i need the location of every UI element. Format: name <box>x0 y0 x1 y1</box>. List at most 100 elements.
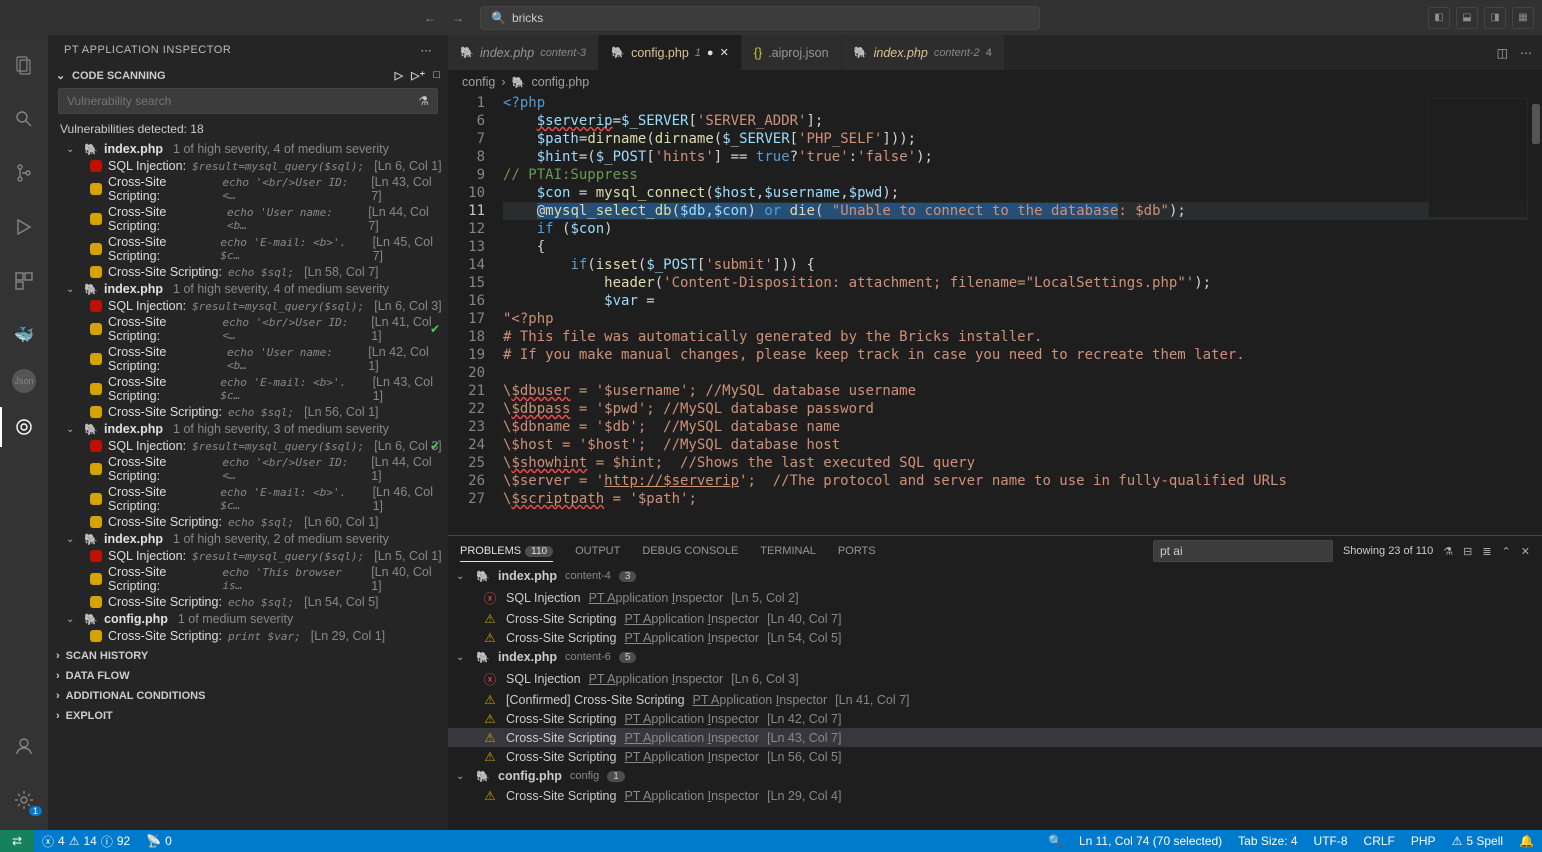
vuln-row[interactable]: Cross-Site Scripting: echo $sql; [Ln 58,… <box>48 264 448 280</box>
vuln-row[interactable]: Cross-Site Scripting: echo '<br/>User ID… <box>48 314 448 344</box>
vuln-search-box[interactable]: ⚗ <box>58 88 438 114</box>
vuln-row[interactable]: Cross-Site Scripting: echo 'User name: <… <box>48 344 448 374</box>
toggle-panel-icon[interactable]: ⬓ <box>1456 7 1478 29</box>
explorer-icon[interactable] <box>0 45 48 85</box>
back-icon[interactable]: ← <box>420 7 440 29</box>
vuln-row[interactable]: SQL Injection: $result=mysql_query($sql)… <box>48 298 448 314</box>
status-tabsize[interactable]: Tab Size: 4 <box>1230 834 1305 848</box>
status-encoding[interactable]: UTF-8 <box>1306 834 1356 848</box>
vuln-row[interactable]: Cross-Site Scripting: echo 'This browser… <box>48 564 448 594</box>
panel-tab-problems[interactable]: PROBLEMS110 <box>460 541 553 562</box>
stop-icon[interactable]: □ <box>433 69 440 82</box>
panel-tab-debug-console[interactable]: DEBUG CONSOLE <box>642 541 738 561</box>
section-data-flow[interactable]: ›DATA FLOW <box>48 666 448 686</box>
problem-row[interactable]: ⚠Cross-Site Scripting PT Application Ins… <box>448 728 1542 747</box>
play-icon[interactable]: ▷ <box>395 69 403 82</box>
command-center[interactable]: 🔍 bricks <box>480 6 1040 30</box>
settings-icon[interactable]: 1 <box>0 780 48 820</box>
problem-row[interactable]: ⚠Cross-Site Scripting PT Application Ins… <box>448 747 1542 766</box>
problem-row[interactable]: ⚠[Confirmed] Cross-Site Scripting PT App… <box>448 690 1542 709</box>
vuln-row[interactable]: SQL Injection: $result=mysql_query($sql)… <box>48 158 448 174</box>
vuln-row[interactable]: SQL Injection: $result=mysql_query($sql)… <box>48 438 448 454</box>
accounts-icon[interactable] <box>0 726 48 766</box>
status-bell-icon[interactable]: 🔔 <box>1511 834 1542 848</box>
json-icon[interactable]: Json <box>12 369 36 393</box>
tab[interactable]: 🐘index.php content-3 <box>448 35 599 70</box>
split-editor-icon[interactable]: ◫ <box>1497 46 1508 60</box>
problem-row[interactable]: ⚠Cross-Site Scripting PT Application Ins… <box>448 786 1542 805</box>
collapse-all-icon[interactable]: ⊟ <box>1463 545 1472 558</box>
vuln-row[interactable]: Cross-Site Scripting: echo 'E-mail: <b>'… <box>48 374 448 404</box>
status-radio[interactable]: 📡0 <box>138 834 180 848</box>
file-node[interactable]: ⌄🐘config.php 1 of medium severity <box>48 610 448 628</box>
docker-icon[interactable]: 🐳 <box>0 315 48 355</box>
tab[interactable]: 🐘index.php content-24 <box>842 35 1005 70</box>
vuln-row[interactable]: Cross-Site Scripting: echo $sql; [Ln 56,… <box>48 404 448 420</box>
problem-row[interactable]: ⚠Cross-Site Scripting PT Application Ins… <box>448 628 1542 647</box>
problem-row[interactable]: ⚠Cross-Site Scripting PT Application Ins… <box>448 609 1542 628</box>
status-zoom[interactable]: 🔍 <box>1040 834 1071 848</box>
vuln-row[interactable]: Cross-Site Scripting: echo '<br/>User ID… <box>48 174 448 204</box>
vuln-row[interactable]: Cross-Site Scripting: echo '<br/>User ID… <box>48 454 448 484</box>
breadcrumb-seg[interactable]: config <box>462 75 495 89</box>
vuln-row[interactable]: Cross-Site Scripting: echo 'User name: <… <box>48 204 448 234</box>
toggle-primary-sidebar-icon[interactable]: ◧ <box>1428 7 1450 29</box>
status-lang[interactable]: PHP <box>1403 834 1444 848</box>
more-icon[interactable]: ⋯ <box>421 44 433 57</box>
problems-file-group[interactable]: ⌄🐘config.php config 1 <box>448 766 1542 786</box>
vuln-row[interactable]: Cross-Site Scripting: echo $sql; [Ln 54,… <box>48 594 448 610</box>
problems-file-group[interactable]: ⌄🐘index.php content-6 5 <box>448 647 1542 667</box>
breadcrumb[interactable]: config › 🐘 config.php <box>448 70 1542 94</box>
customize-layout-icon[interactable]: ▦ <box>1512 7 1534 29</box>
source-control-icon[interactable] <box>0 153 48 193</box>
close-icon[interactable]: ✕ <box>720 46 729 59</box>
vuln-row[interactable]: Cross-Site Scripting: echo 'E-mail: <b>'… <box>48 234 448 264</box>
vuln-row[interactable]: Cross-Site Scripting: echo 'E-mail: <b>'… <box>48 484 448 514</box>
file-node[interactable]: ⌄🐘index.php 1 of high severity, 4 of med… <box>48 140 448 158</box>
file-node[interactable]: ⌄🐘index.php 1 of high severity, 2 of med… <box>48 530 448 548</box>
pt-inspector-icon[interactable] <box>0 407 48 447</box>
problem-row[interactable]: ⚠Cross-Site Scripting PT Application Ins… <box>448 709 1542 728</box>
vuln-row[interactable]: Cross-Site Scripting: echo $sql; [Ln 60,… <box>48 514 448 530</box>
forward-icon[interactable]: → <box>448 7 468 29</box>
problems-file-group[interactable]: ⌄🐘index.php content-4 3 <box>448 566 1542 586</box>
section-additional-conditions[interactable]: ›ADDITIONAL CONDITIONS <box>48 686 448 706</box>
editor-more-icon[interactable]: ⋯ <box>1520 46 1532 60</box>
section-scan-history[interactable]: ›SCAN HISTORY <box>48 646 448 666</box>
tab[interactable]: 🐘config.php 1 ●✕ <box>599 35 742 70</box>
vertical-scrollbar[interactable] <box>1528 94 1542 535</box>
problems-filter-input[interactable] <box>1153 540 1333 562</box>
vuln-row[interactable]: SQL Injection: $result=mysql_query($sql)… <box>48 548 448 564</box>
vuln-search-input[interactable] <box>59 94 410 108</box>
status-eol[interactable]: CRLF <box>1356 834 1403 848</box>
toggle-secondary-sidebar-icon[interactable]: ◨ <box>1484 7 1506 29</box>
breadcrumb-seg[interactable]: config.php <box>532 75 590 89</box>
status-spell[interactable]: ⚠ 5 Spell <box>1444 834 1511 848</box>
panel-tab-ports[interactable]: PORTS <box>838 541 876 561</box>
filter-icon[interactable]: ⚗ <box>410 94 437 108</box>
file-node[interactable]: ⌄🐘index.php 1 of high severity, 4 of med… <box>48 280 448 298</box>
search-sidebar-icon[interactable] <box>0 99 48 139</box>
panel-up-icon[interactable]: ⌃ <box>1502 545 1511 558</box>
tab[interactable]: {}.aiproj.json <box>742 35 842 70</box>
section-exploit[interactable]: ›EXPLOIT <box>48 706 448 726</box>
section-code-scanning[interactable]: ⌄ CODE SCANNING ▷ ▷⁺ □ <box>48 67 448 84</box>
code-editor[interactable]: 1678910111213141516171819202122232425262… <box>448 94 1542 535</box>
view-as-tree-icon[interactable]: ≣ <box>1482 545 1491 558</box>
status-problems[interactable]: ⓧ4 ⚠14 ⓘ92 <box>34 833 138 850</box>
status-cursor[interactable]: Ln 11, Col 74 (70 selected) <box>1071 834 1230 848</box>
extensions-icon[interactable] <box>0 261 48 301</box>
panel-tab-terminal[interactable]: TERMINAL <box>760 541 816 561</box>
remote-button[interactable]: ⇄ <box>0 830 34 852</box>
run-debug-icon[interactable] <box>0 207 48 247</box>
panel-tab-output[interactable]: OUTPUT <box>575 541 620 561</box>
minimap[interactable] <box>1428 98 1528 218</box>
close-panel-icon[interactable]: ✕ <box>1521 545 1530 558</box>
problem-row[interactable]: ⓧSQL Injection PT Application Inspector … <box>448 586 1542 609</box>
problems-showing-text: Showing 23 of 110 <box>1343 545 1433 557</box>
file-node[interactable]: ⌄🐘index.php 1 of high severity, 3 of med… <box>48 420 448 438</box>
problem-row[interactable]: ⓧSQL Injection PT Application Inspector … <box>448 667 1542 690</box>
filter-icon[interactable]: ⚗ <box>1443 545 1453 558</box>
vuln-row[interactable]: Cross-Site Scripting: print $var; [Ln 29… <box>48 628 448 644</box>
play-all-icon[interactable]: ▷⁺ <box>411 69 425 82</box>
